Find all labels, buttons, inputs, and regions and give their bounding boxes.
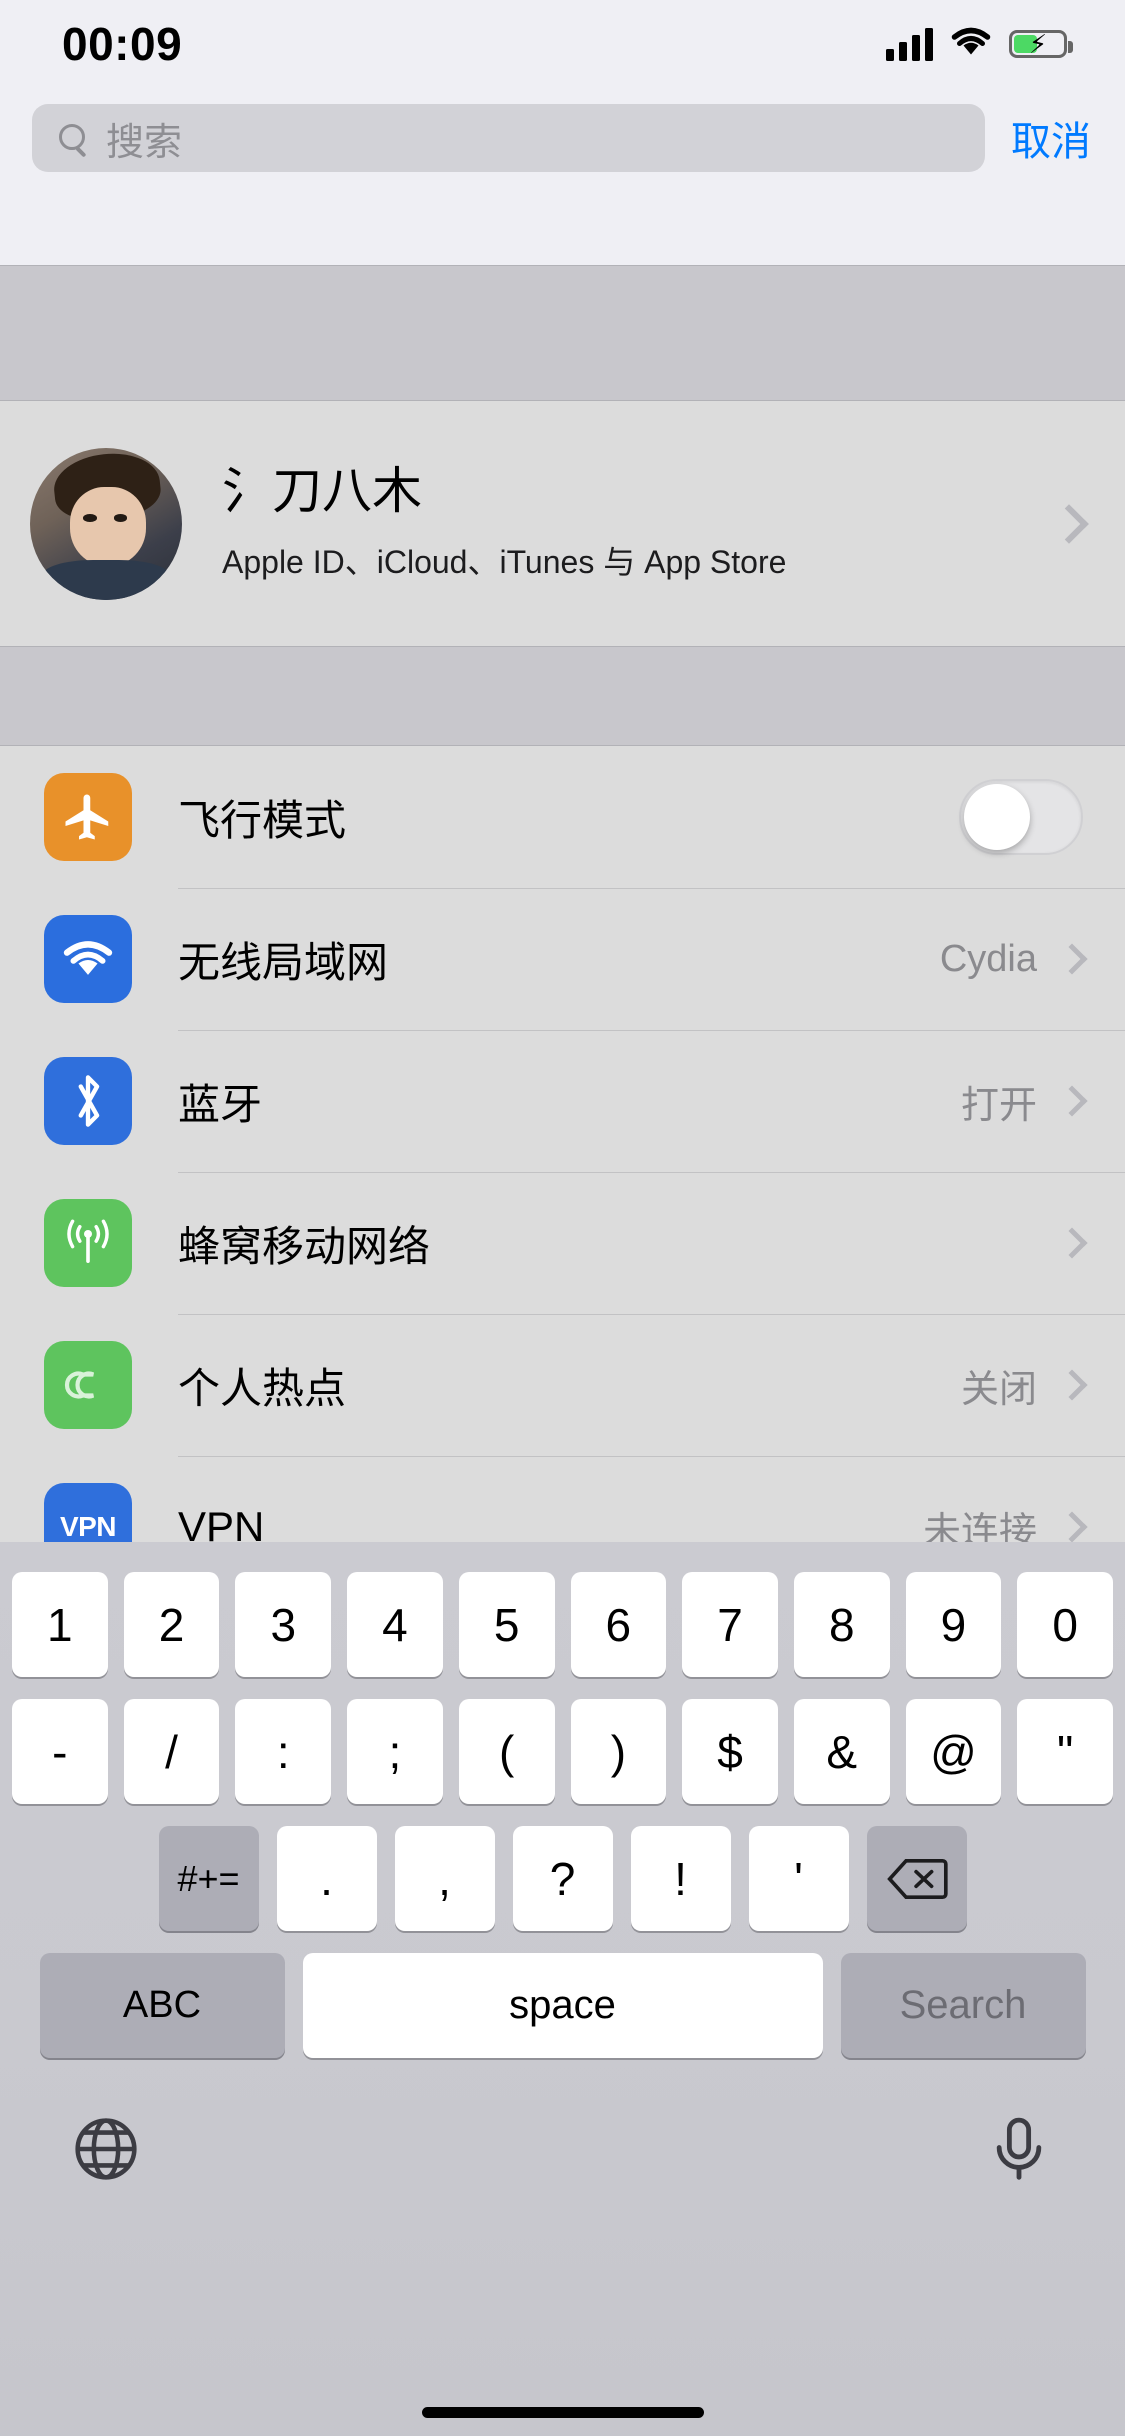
- settings-row-personal-hotspot[interactable]: 个人热点 关闭: [0, 1314, 1125, 1456]
- keyboard-row-punctuation: #+= . , ? ! ': [0, 1826, 1125, 1931]
- search-bar: 搜索 取消: [0, 88, 1125, 188]
- profile-name: 氵刀八木: [222, 463, 422, 519]
- apple-id-profile-row[interactable]: 氵刀八木 Apple ID、iCloud、iTunes 与 App Store: [0, 401, 1125, 646]
- profile-text-group: 氵刀八木 Apple ID、iCloud、iTunes 与 App Store: [222, 464, 1055, 583]
- on-screen-keyboard: 1 2 3 4 5 6 7 8 9 0 - / : ; ( ) $ & @ " …: [0, 1542, 1125, 2436]
- chevron-right-icon: [1056, 1227, 1088, 1259]
- key-4[interactable]: 4: [347, 1572, 443, 1677]
- backspace-icon[interactable]: [866, 1826, 967, 1931]
- key-paren-open[interactable]: (: [458, 1699, 555, 1804]
- battery-charging-icon: ⚡: [1009, 30, 1073, 58]
- key-8[interactable]: 8: [793, 1572, 890, 1677]
- cellular-icon: [44, 1199, 132, 1287]
- key-slash[interactable]: /: [123, 1699, 220, 1804]
- globe-icon[interactable]: [72, 2115, 140, 2188]
- chevron-right-icon: [1056, 1511, 1088, 1543]
- cancel-button[interactable]: 取消: [985, 109, 1097, 167]
- key-colon[interactable]: :: [235, 1699, 332, 1804]
- bluetooth-icon: [44, 1057, 132, 1145]
- status-indicators: ⚡: [886, 25, 1073, 64]
- key-9[interactable]: 9: [905, 1572, 1002, 1677]
- chevron-right-icon: [1056, 943, 1088, 975]
- key-apostrophe[interactable]: ': [748, 1826, 849, 1931]
- personal-hotspot-icon: [44, 1341, 132, 1429]
- key-6[interactable]: 6: [570, 1572, 667, 1677]
- airplane-mode-toggle[interactable]: [959, 779, 1083, 855]
- row-label: 个人热点: [178, 1364, 347, 1412]
- row-value: 关闭: [960, 1368, 1037, 1411]
- avatar: [30, 447, 182, 600]
- microphone-icon[interactable]: [985, 2115, 1053, 2188]
- search-icon: [58, 123, 88, 153]
- key-space[interactable]: space: [302, 1953, 823, 2058]
- key-question[interactable]: ?: [512, 1826, 613, 1931]
- search-input[interactable]: 搜索: [32, 104, 985, 172]
- key-search-return[interactable]: Search: [840, 1953, 1086, 2058]
- settings-row-cellular[interactable]: 蜂窝移动网络: [0, 1172, 1125, 1314]
- key-dollar[interactable]: $: [682, 1699, 778, 1804]
- key-0[interactable]: 0: [1017, 1572, 1114, 1677]
- section-gap-bottom: [0, 646, 1125, 746]
- row-value: Cydia: [939, 937, 1037, 980]
- keyboard-row-symbols: - / : ; ( ) $ & @ ": [0, 1699, 1125, 1804]
- settings-row-airplane-mode[interactable]: 飞行模式: [0, 746, 1125, 888]
- iphone-settings-screen: 00:09 ⚡ 搜索 取消 氵刀八木 Apple ID、iCloud、iTune…: [0, 0, 1125, 2436]
- status-bar: 00:09 ⚡: [0, 0, 1125, 88]
- key-period[interactable]: .: [276, 1826, 377, 1931]
- section-gap-top: [0, 265, 1125, 401]
- row-label: 飞行模式: [178, 796, 347, 844]
- key-exclamation[interactable]: !: [630, 1826, 731, 1931]
- home-indicator: [421, 2407, 704, 2418]
- key-1[interactable]: 1: [11, 1572, 108, 1677]
- chevron-right-icon: [1056, 1085, 1088, 1117]
- key-abc[interactable]: ABC: [39, 1953, 285, 2058]
- chevron-right-icon: [1049, 503, 1089, 544]
- key-comma[interactable]: ,: [394, 1826, 495, 1931]
- cellular-signal-icon: [886, 27, 933, 61]
- row-label: 蓝牙: [178, 1080, 263, 1128]
- search-placeholder: 搜索: [106, 121, 183, 164]
- chevron-right-icon: [1056, 1369, 1088, 1401]
- key-2[interactable]: 2: [123, 1572, 220, 1677]
- row-label: 无线局域网: [178, 938, 389, 986]
- settings-list: 飞行模式 无线局域网 Cydia 蓝牙 打开 蜂窝移动网络 个人热点 关闭 VP…: [0, 746, 1125, 1598]
- keyboard-row-numbers: 1 2 3 4 5 6 7 8 9 0: [0, 1572, 1125, 1677]
- key-hyphen[interactable]: -: [11, 1699, 108, 1804]
- key-3[interactable]: 3: [235, 1572, 332, 1677]
- key-5[interactable]: 5: [458, 1572, 555, 1677]
- key-ampersand[interactable]: &: [793, 1699, 890, 1804]
- status-time: 00:09: [62, 18, 183, 70]
- key-symbol-shift[interactable]: #+=: [158, 1826, 259, 1931]
- profile-subtitle: Apple ID、iCloud、iTunes 与 App Store: [222, 544, 787, 580]
- key-at[interactable]: @: [905, 1699, 1002, 1804]
- row-value: 打开: [960, 1084, 1037, 1127]
- keyboard-row-bottom: ABC space Search: [0, 1953, 1125, 2058]
- key-7[interactable]: 7: [682, 1572, 778, 1677]
- settings-row-wifi[interactable]: 无线局域网 Cydia: [0, 888, 1125, 1030]
- airplane-icon: [44, 773, 132, 861]
- key-paren-close[interactable]: ): [570, 1699, 667, 1804]
- wifi-icon: [44, 915, 132, 1003]
- row-label: 蜂窝移动网络: [178, 1222, 431, 1270]
- key-semicolon[interactable]: ;: [347, 1699, 443, 1804]
- wifi-icon: [949, 25, 993, 64]
- key-quote[interactable]: ": [1017, 1699, 1114, 1804]
- keyboard-utility-row: [0, 2076, 1125, 2226]
- settings-row-bluetooth[interactable]: 蓝牙 打开: [0, 1030, 1125, 1172]
